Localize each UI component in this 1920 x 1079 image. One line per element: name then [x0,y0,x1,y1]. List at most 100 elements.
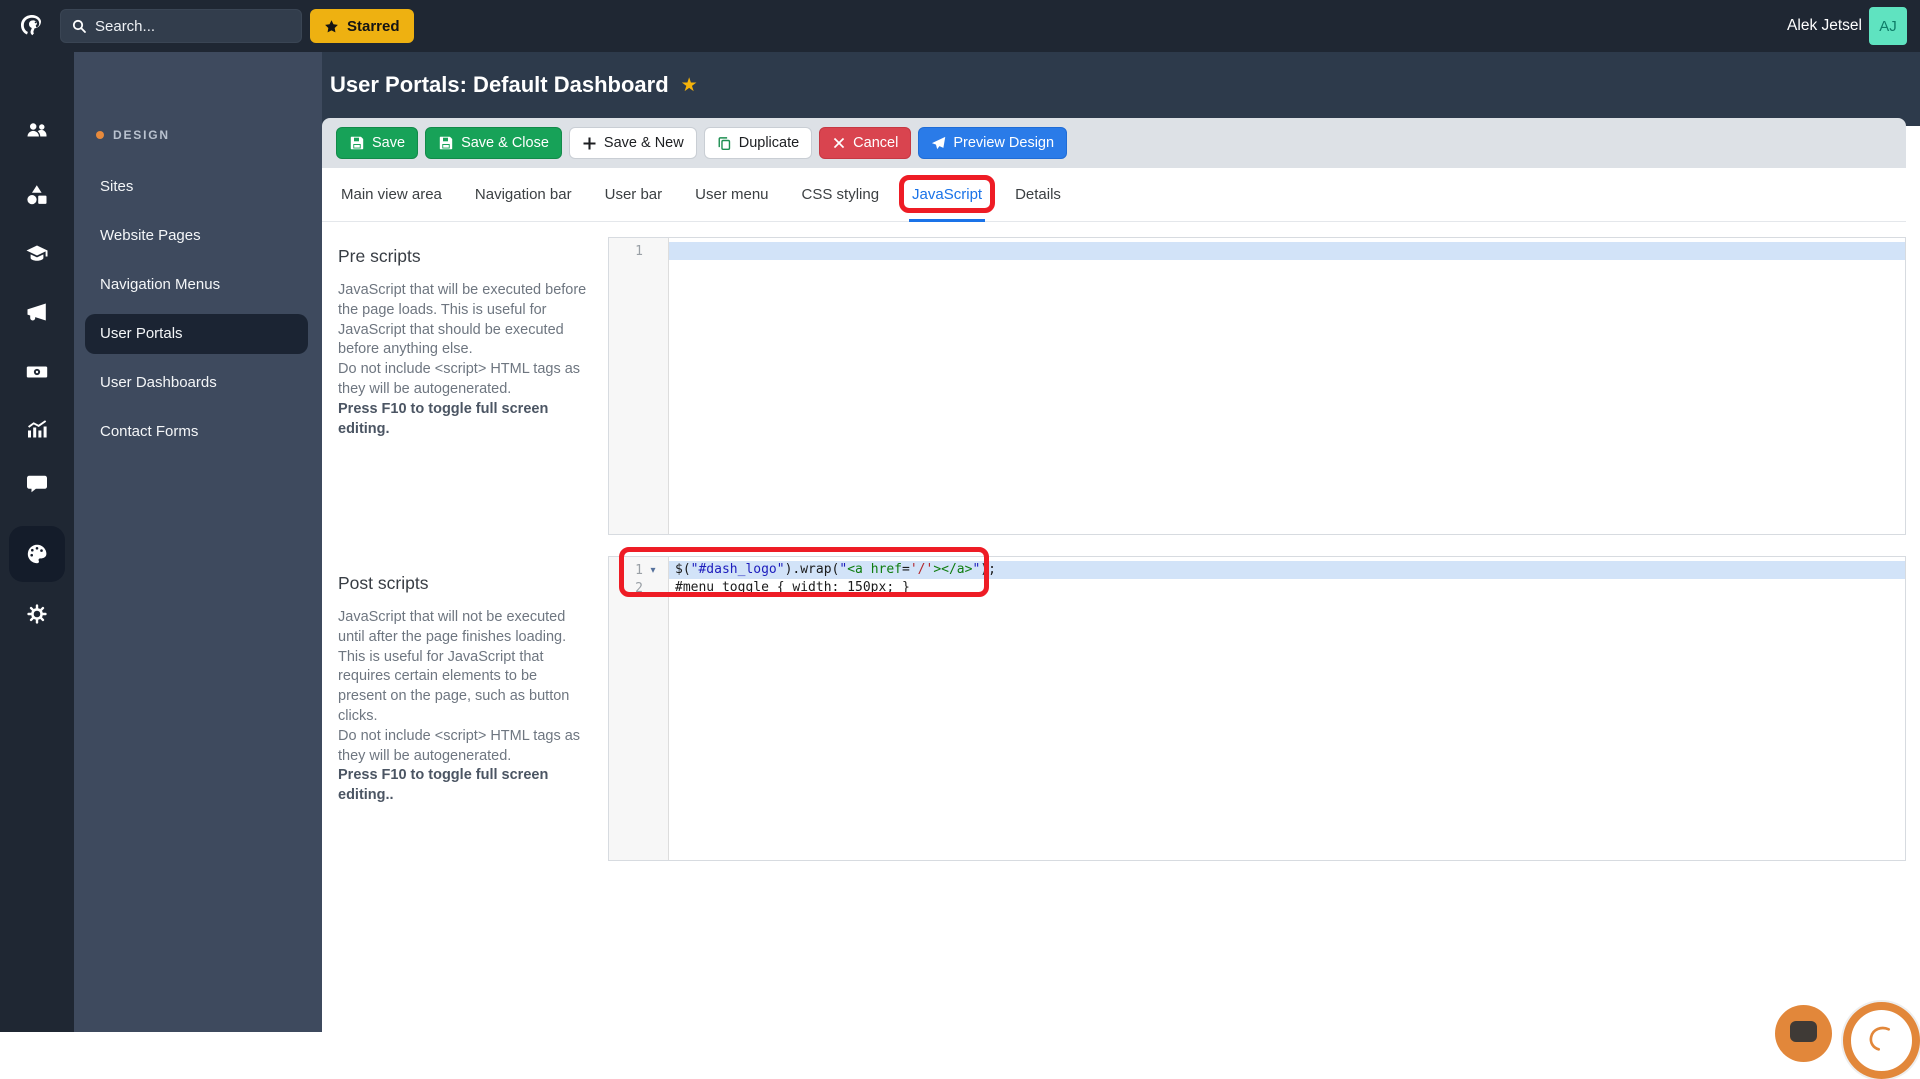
sidebar-nav: Sites Website PagesNavigation Menus User P… [74,162,322,456]
save-new-button[interactable]: Save & New [569,127,697,159]
code-line[interactable]: #menu_toggle { width: 150px; } [669,579,1905,597]
button-label: Save & Close [461,135,549,151]
description-line: they will be autogenerated. [338,380,600,400]
code-line[interactable]: $("#dash_logo").wrap("<a href='/'></a>")… [669,561,1905,579]
description-line: present on the page, such as button [338,687,600,707]
sidebar-section-label: DESIGN [113,128,170,142]
search-box[interactable] [60,9,302,43]
avatar[interactable]: AJ [1869,7,1907,45]
save-close-button[interactable]: Save & Close [425,127,562,159]
rail-item-users[interactable] [0,118,74,142]
pre-scripts-editor[interactable]: 1 [608,237,1906,535]
post-scripts-code[interactable]: $("#dash_logo").wrap("<a href='/'></a>")… [669,557,1905,860]
tab-user-menu[interactable]: User menu [692,168,771,221]
toolbar: Save Save & Close Save & New Duplicate Cance… [322,118,1906,168]
sidebar-item-label: User Portals [100,325,183,342]
description-line: JavaScript that will not be executed [338,608,600,628]
description-line: clicks. [338,707,600,727]
code-token: ).wrap( [785,562,840,577]
post-scripts-gutter: 1▾2 [609,557,669,860]
sidebar-item-label: User Dashboards [100,374,217,391]
description-line: until after the page finishes loading. [338,628,600,648]
line-number: 1 [609,563,643,578]
description-line: This is useful for JavaScript that [338,648,600,668]
favorite-star-icon[interactable]: ★ [681,74,698,97]
code-token: '/' [910,562,933,577]
palette-icon [25,542,49,566]
tab-navigation-bar[interactable]: Navigation bar [472,168,575,221]
save-button[interactable]: Save [336,127,418,159]
sidebar-item-user-dashboards[interactable]: User Dashboards [74,358,322,407]
rail-item-design[interactable] [9,526,65,582]
post-scripts-editor[interactable]: 1▾2 $("#dash_logo").wrap("<a href='/'></… [608,556,1906,861]
rail-item-marketing[interactable] [0,300,74,324]
chat-fab-button[interactable] [1775,1005,1832,1062]
sidebar-item-contact-forms[interactable]: Contact Forms [74,407,322,456]
button-label: Duplicate [739,135,799,151]
page-header-band: User Portals: Default Dashboard ★ [322,52,1920,126]
tab-label: CSS styling [802,186,880,203]
description-line: Do not include <script> HTML tags as [338,727,600,747]
code-token: href [871,562,902,577]
starred-button[interactable]: Starred [310,9,414,43]
pre-scripts-section: Pre scripts JavaScript that will be exec… [322,237,1920,535]
paper-plane-icon [931,136,946,151]
copy-icon [717,136,732,151]
rail-item-messages[interactable] [0,472,74,496]
save-icon [438,135,454,151]
elephant-swirl-icon [1862,1021,1902,1061]
rail-item-education[interactable] [0,242,74,266]
sidebar-item-label: Contact Forms [100,423,198,440]
money-bill-icon [25,360,49,384]
sidebar-item-label: Sites [100,178,133,195]
page-title: User Portals: Default Dashboard [330,72,669,98]
code-token: ); [980,562,996,577]
description-line: requires certain elements to be [338,667,600,687]
pre-scripts-description: JavaScript that will be executed beforet… [338,281,600,400]
button-label: Cancel [853,135,898,151]
sidebar-section-header: DESIGN [96,128,170,142]
tab-main-view-area[interactable]: Main view area [338,168,445,221]
tab-label: User menu [695,186,768,203]
rail-item-billing[interactable] [0,360,74,384]
rail-item-shapes[interactable] [0,183,74,207]
main-area: User Portals: Default Dashboard ★ SaveSa… [322,52,1920,1032]
code-token [863,562,871,577]
code-line[interactable] [669,242,1905,260]
description-line: before anything else. [338,340,600,360]
tab-css-styling[interactable]: CSS styling [799,168,883,221]
preview-design-button[interactable]: Preview Design [918,127,1067,159]
line-number: 1 [609,244,643,259]
top-bar: Starred Alek Jetsel AJ [0,0,1920,52]
tab-label: Main view area [341,186,442,203]
pre-scripts-label-column: Pre scripts JavaScript that will be exec… [338,237,600,535]
tab-label: Navigation bar [475,186,572,203]
elephant-logo-icon[interactable] [15,10,47,42]
line-number: 2 [609,581,643,596]
sidebar-item-website-pages[interactable]: Website Pages [74,211,322,260]
brand-fab-button[interactable] [1843,1002,1920,1079]
gutter-row: 2 [609,579,668,597]
post-scripts-description: JavaScript that will not be executedunti… [338,608,600,766]
cancel-button[interactable]: Cancel [819,127,911,159]
pre-scripts-f10-hint: Press F10 to toggle full screen editing. [338,400,600,440]
gutter-row: 1▾ [609,561,668,579]
description-line: Do not include <script> HTML tags as [338,360,600,380]
tab-user-bar[interactable]: User bar [602,168,666,221]
sidebar-item-sites[interactable]: Sites [74,162,322,211]
pre-scripts-heading: Pre scripts [338,246,600,267]
pre-scripts-code[interactable] [669,238,1905,534]
users-icon [25,118,49,142]
rail-item-reports[interactable] [0,417,74,441]
tab-javascript[interactable]: JavaScript [909,168,985,221]
tab-details[interactable]: Details [1012,168,1064,221]
rail-item-settings[interactable] [0,602,74,626]
gear-icon [25,602,49,626]
user-name: Alek Jetsel [1787,0,1862,52]
sidebar-item-user-portals[interactable]: User Portals [85,314,308,354]
duplicate-button[interactable]: Duplicate [704,127,812,159]
search-input[interactable] [95,18,291,35]
fold-arrow-icon[interactable]: ▾ [643,565,663,576]
pre-scripts-gutter: 1 [609,238,669,534]
sidebar-item-navigation-menus[interactable]: Navigation Menus [74,260,322,309]
